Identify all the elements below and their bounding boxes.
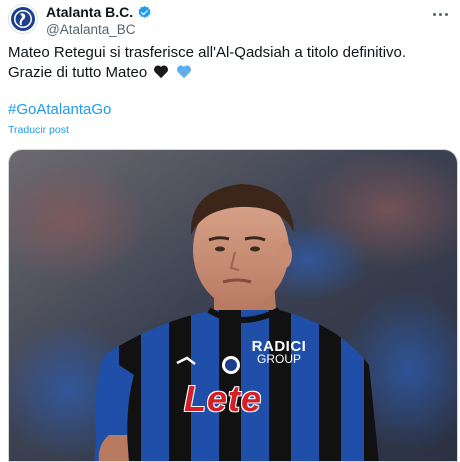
- tweet-header: Atalanta B.C. @Atalanta_BC: [8, 4, 452, 40]
- blue-heart-icon: [176, 65, 191, 79]
- account-names: Atalanta B.C. @Atalanta_BC: [46, 4, 152, 37]
- tweet-line-2-text: Grazie di tutto Mateo: [8, 64, 148, 81]
- dot-icon: [438, 12, 442, 16]
- verified-badge-icon: [138, 5, 151, 18]
- jersey-sponsor-main: Lete: [184, 378, 263, 419]
- tweet-media-image[interactable]: RADICI GROUP Lete: [8, 149, 458, 462]
- tweet-line-2: Grazie di tutto Mateo: [8, 63, 452, 83]
- avatar[interactable]: [8, 4, 38, 34]
- tweet-line-1: Mateo Retegui si trasferisce all'Al-Qads…: [8, 44, 407, 61]
- account-handle[interactable]: @Atalanta_BC: [46, 22, 152, 37]
- display-name[interactable]: Atalanta B.C.: [46, 4, 133, 20]
- dot-icon: [432, 12, 436, 16]
- hashtag-link[interactable]: #GoAtalantaGo: [8, 101, 111, 118]
- jersey-sponsor-top: RADICI GROUP: [244, 339, 314, 366]
- dot-icon: [444, 12, 448, 16]
- black-heart-icon: [154, 65, 169, 79]
- translate-post-link[interactable]: Traducir post: [8, 124, 69, 136]
- more-options-button[interactable]: [428, 4, 452, 24]
- atalanta-crest-icon: [11, 7, 35, 31]
- tweet-text: Mateo Retegui si trasferisce all'Al-Qads…: [8, 43, 452, 83]
